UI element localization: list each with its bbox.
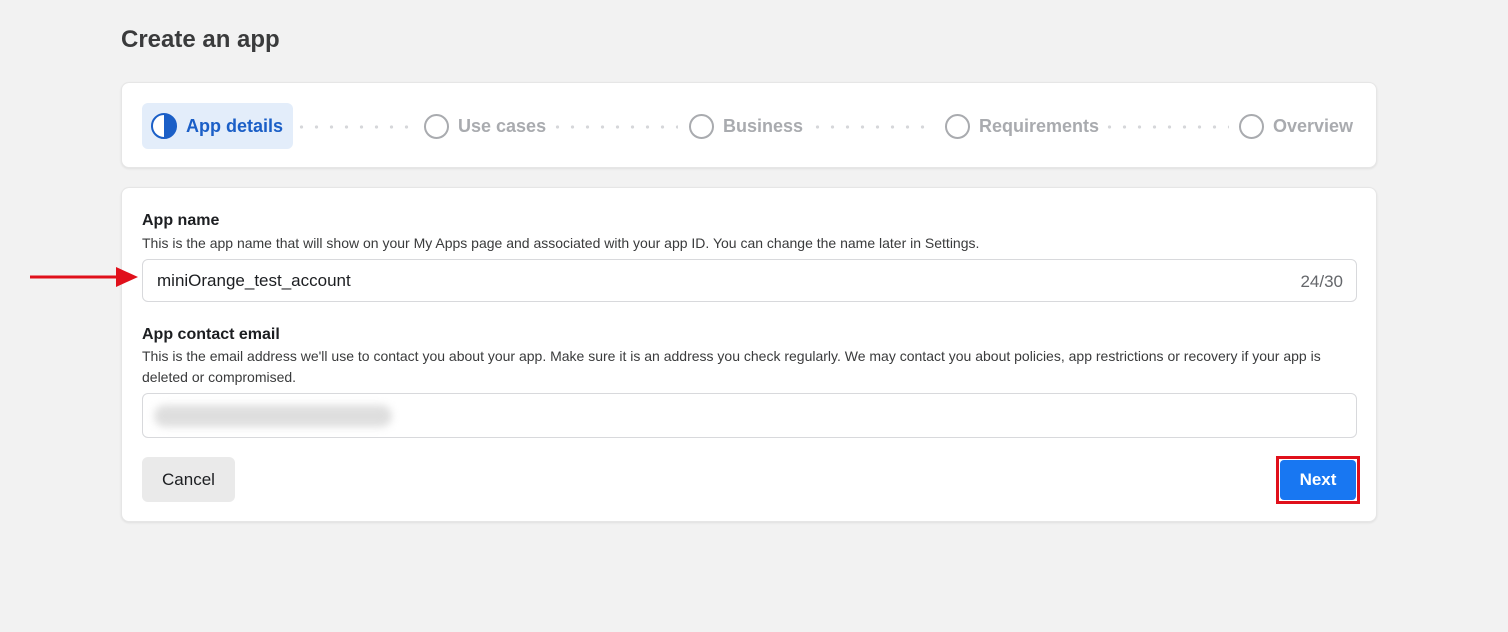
contact-email-description: This is the email address we'll use to c…: [142, 348, 1321, 385]
step-label: Overview: [1273, 115, 1354, 136]
contact-email-label: App contact email: [142, 326, 280, 343]
next-button-highlight: Next: [1276, 456, 1360, 504]
contact-email-input[interactable]: [142, 393, 1357, 438]
step-overview[interactable]: Overview: [1229, 103, 1363, 149]
half-circle-icon: [151, 113, 177, 139]
step-connector: [294, 125, 419, 129]
stepper: App details Use cases Business Requireme…: [121, 82, 1377, 168]
step-label: Use cases: [458, 115, 547, 136]
circle-icon: [1239, 113, 1264, 139]
app-name-input[interactable]: miniOrange_test_account 24/30: [142, 259, 1357, 302]
char-counter: 24/30: [1300, 272, 1343, 291]
cancel-button[interactable]: Cancel: [142, 457, 235, 502]
step-label: App details: [186, 115, 284, 136]
app-name-label: App name: [142, 212, 220, 229]
redacted-email: [154, 405, 392, 427]
circle-icon: [945, 113, 970, 139]
step-connector: [810, 125, 934, 129]
step-label: Requirements: [979, 115, 1100, 136]
step-use-cases[interactable]: Use cases: [414, 103, 556, 149]
app-details-form: App name This is the app name that will …: [121, 187, 1377, 522]
circle-icon: [424, 113, 449, 139]
annotation-arrow-icon: [30, 267, 138, 287]
app-name-description: This is the app name that will show on y…: [142, 235, 980, 251]
step-app-details[interactable]: App details: [142, 103, 294, 149]
step-business[interactable]: Business: [679, 103, 813, 149]
circle-icon: [689, 113, 714, 139]
page-title: Create an app: [121, 26, 280, 53]
app-name-value: miniOrange_test_account: [157, 271, 351, 290]
step-connector: [550, 125, 678, 129]
next-button[interactable]: Next: [1280, 460, 1356, 500]
step-connector: [1102, 125, 1229, 129]
step-label: Business: [723, 115, 804, 136]
step-requirements[interactable]: Requirements: [935, 103, 1109, 149]
